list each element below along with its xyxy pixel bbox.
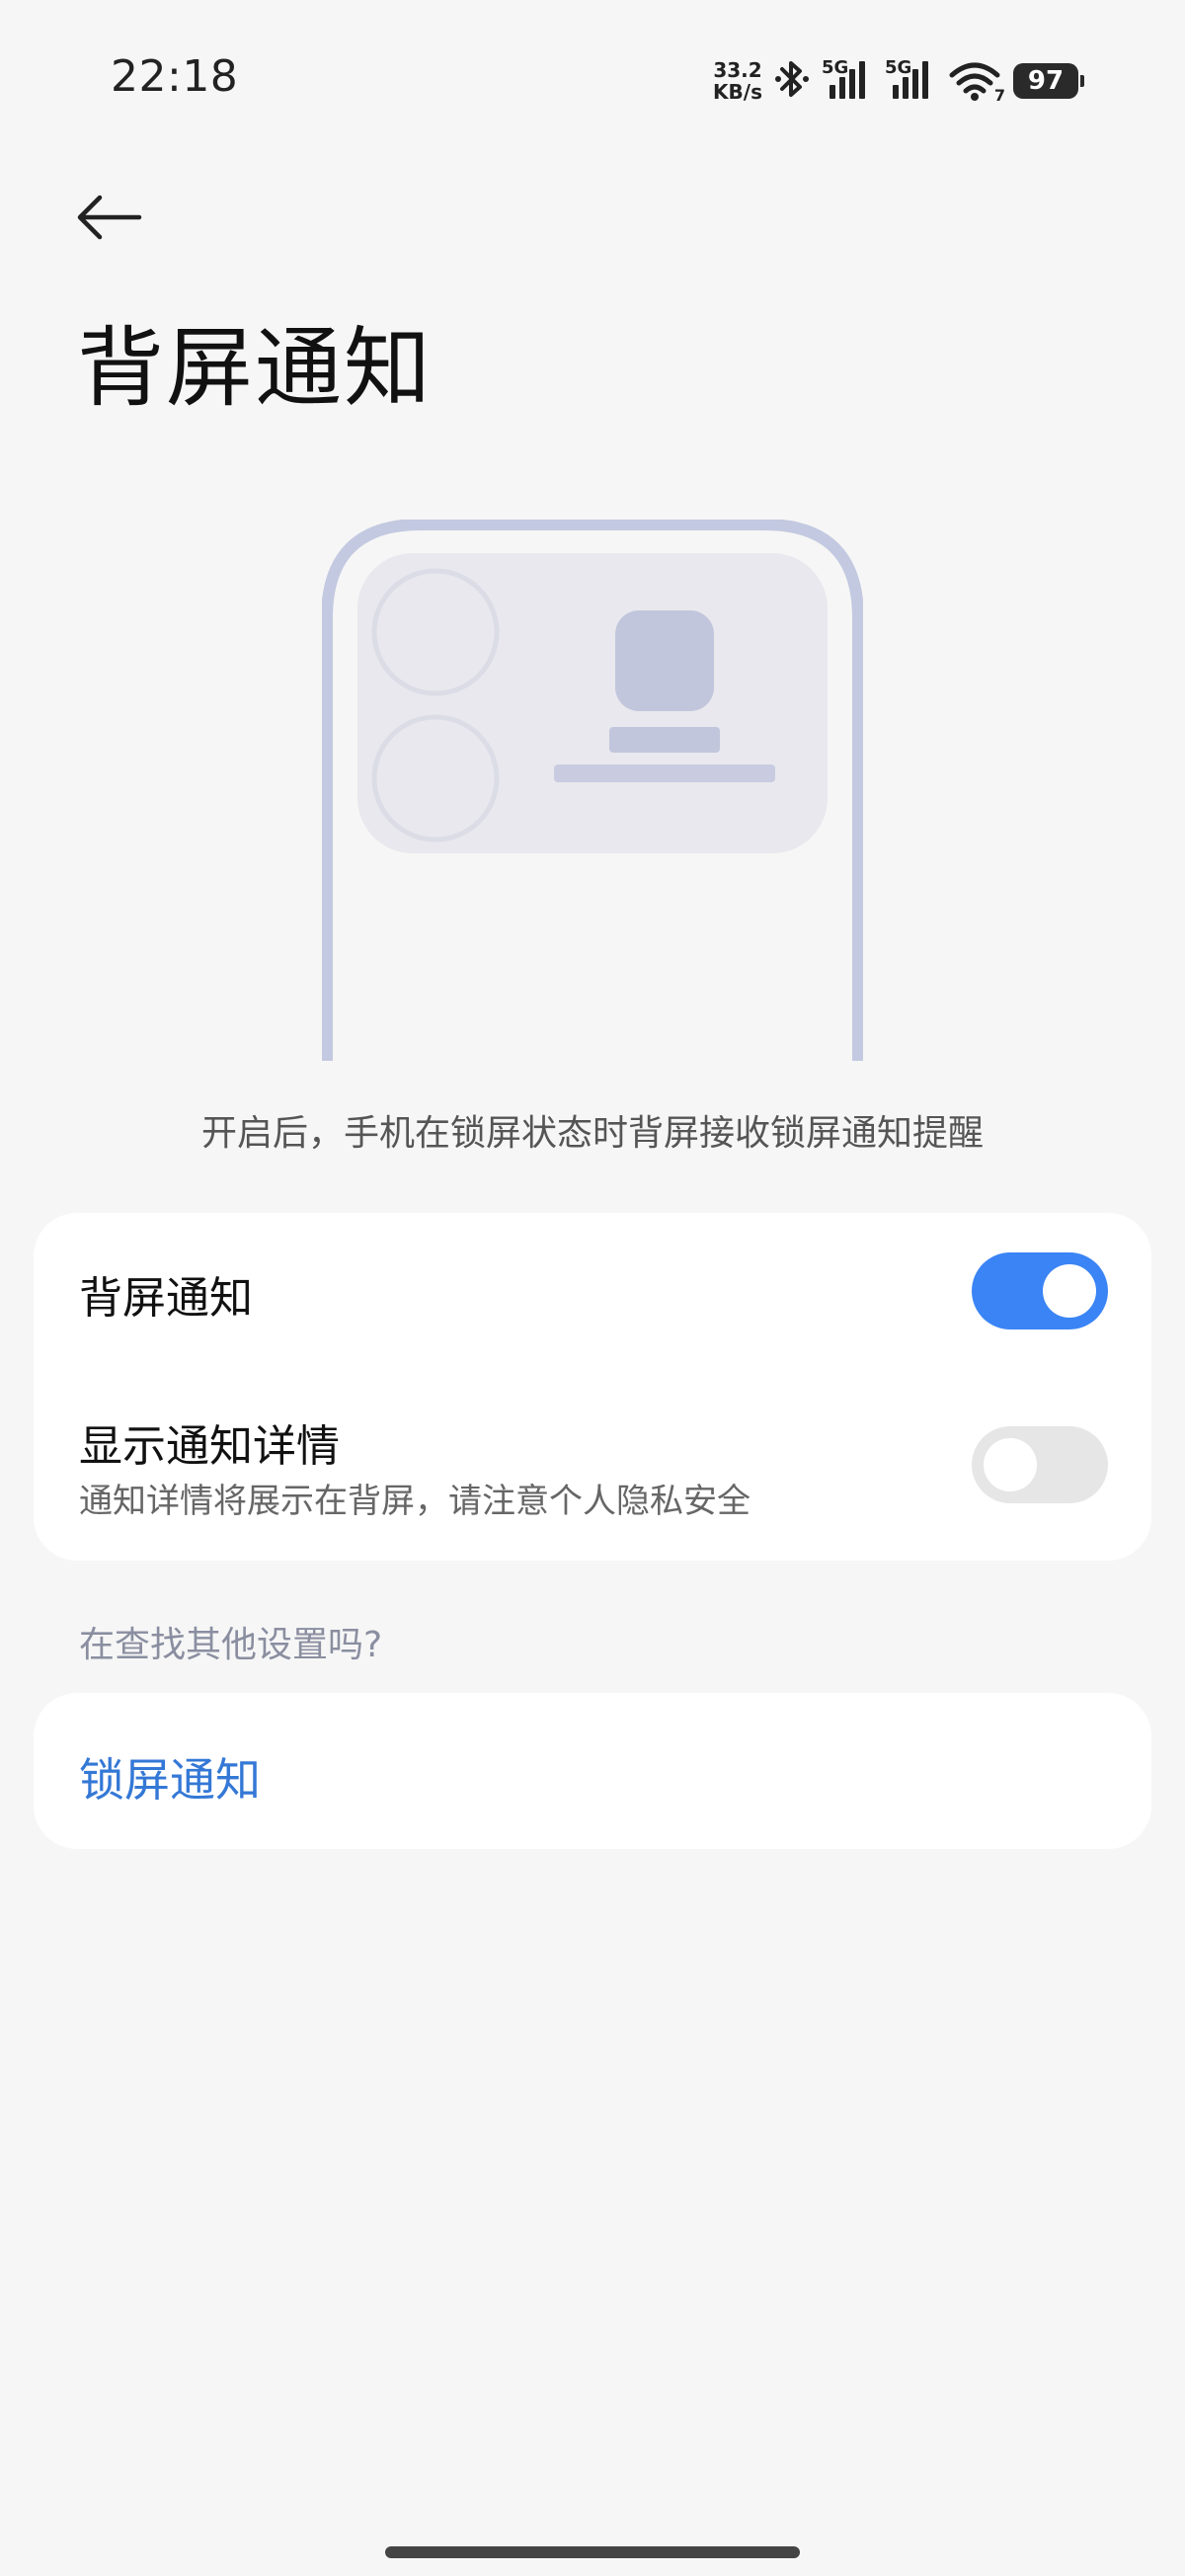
wifi-badge: 7: [993, 86, 1005, 105]
lock-screen-notification-link[interactable]: 锁屏通知: [79, 1744, 261, 1810]
home-indicator[interactable]: [385, 2546, 800, 2558]
phone-rear-screen-illustration: [321, 519, 864, 1061]
status-bar: 22:18 33.2 KB/s 5G 5G 7 97: [0, 0, 1185, 158]
network-speed-value: 33.2: [713, 58, 762, 82]
lock-screen-notification-item[interactable]: 锁屏通知: [34, 1693, 1151, 1849]
related-settings-header: 在查找其他设置吗?: [79, 1625, 383, 1665]
app-icon-placeholder: [615, 610, 714, 711]
show-details-sublabel: 通知详情将展示在背屏，请注意个人隐私安全: [79, 1482, 750, 1521]
show-details-toggle[interactable]: [972, 1426, 1108, 1503]
feature-description: 开启后，手机在锁屏状态时背屏接收锁屏通知提醒: [200, 1113, 984, 1154]
rear-notification-label: 背屏通知: [79, 1273, 253, 1324]
settings-card: 背屏通知 显示通知详情 通知详情将展示在背屏，请注意个人隐私安全: [34, 1213, 1151, 1561]
wifi-icon: 7: [948, 59, 1005, 105]
signal-icon: 5G: [822, 57, 873, 103]
status-time: 22:18: [111, 51, 239, 102]
back-arrow-icon: [77, 195, 142, 240]
back-button[interactable]: [69, 183, 148, 252]
battery-level: 97: [1027, 66, 1065, 96]
toggle-knob: [1043, 1264, 1096, 1318]
show-details-label: 显示通知详情: [79, 1421, 340, 1472]
network-speed: 33.2 KB/s: [713, 59, 762, 103]
rear-notification-toggle[interactable]: [972, 1252, 1108, 1329]
page-title: 背屏通知: [77, 317, 434, 419]
status-icons: 33.2 KB/s 5G 5G 7 97: [713, 53, 1084, 109]
signal-icon: 5G: [885, 57, 936, 103]
network-speed-unit: KB/s: [713, 80, 762, 104]
rear-screen: [357, 553, 828, 853]
bluetooth-icon: [774, 57, 810, 105]
toggle-knob: [984, 1438, 1037, 1491]
battery-icon: 97: [1013, 63, 1084, 99]
